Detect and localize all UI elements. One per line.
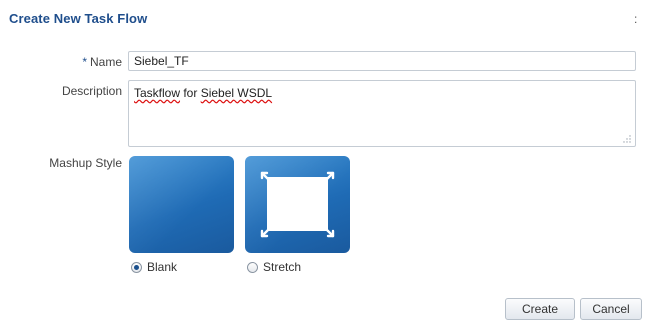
name-label-text: Name (89, 55, 122, 69)
name-label: * Name (60, 55, 122, 69)
create-button[interactable]: Create (505, 298, 575, 320)
radio-blank-button[interactable] (131, 261, 142, 273)
arrow-top-left-icon (260, 171, 274, 185)
description-label: Description (61, 84, 122, 98)
tile-sheen (129, 156, 234, 253)
dialog-close-icon[interactable]: : (634, 12, 637, 26)
arrow-bottom-left-icon (260, 224, 274, 238)
create-task-flow-dialog: Create New Task Flow : *Name Description… (0, 0, 645, 321)
dialog-title: Create New Task Flow (9, 11, 148, 26)
stretch-tile-icon[interactable] (245, 156, 350, 253)
radio-stretch-button[interactable] (247, 261, 258, 273)
mashup-style-label: Mashup Style (49, 156, 122, 170)
arrow-bottom-right-icon (321, 224, 335, 238)
required-star-icon: * (82, 55, 87, 69)
description-word-for: for (180, 86, 201, 100)
radio-option-blank[interactable]: Blank (131, 260, 177, 274)
name-input[interactable] (128, 51, 636, 71)
description-word-taskflow: Taskflow (134, 86, 181, 100)
description-word-siebel-wsdl: Siebel WSDL (200, 86, 273, 100)
resize-grip-icon[interactable] (623, 135, 631, 143)
cancel-button[interactable]: Cancel (580, 298, 642, 320)
radio-option-stretch[interactable]: Stretch (247, 260, 301, 274)
radio-stretch-label: Stretch (263, 260, 302, 274)
radio-blank-label: Blank (147, 260, 178, 274)
arrow-top-right-icon (321, 171, 335, 185)
blank-tile-icon[interactable] (129, 156, 234, 253)
stretch-box-icon (267, 177, 328, 231)
description-textarea[interactable]: Taskflow for Siebel WSDL (128, 80, 636, 147)
